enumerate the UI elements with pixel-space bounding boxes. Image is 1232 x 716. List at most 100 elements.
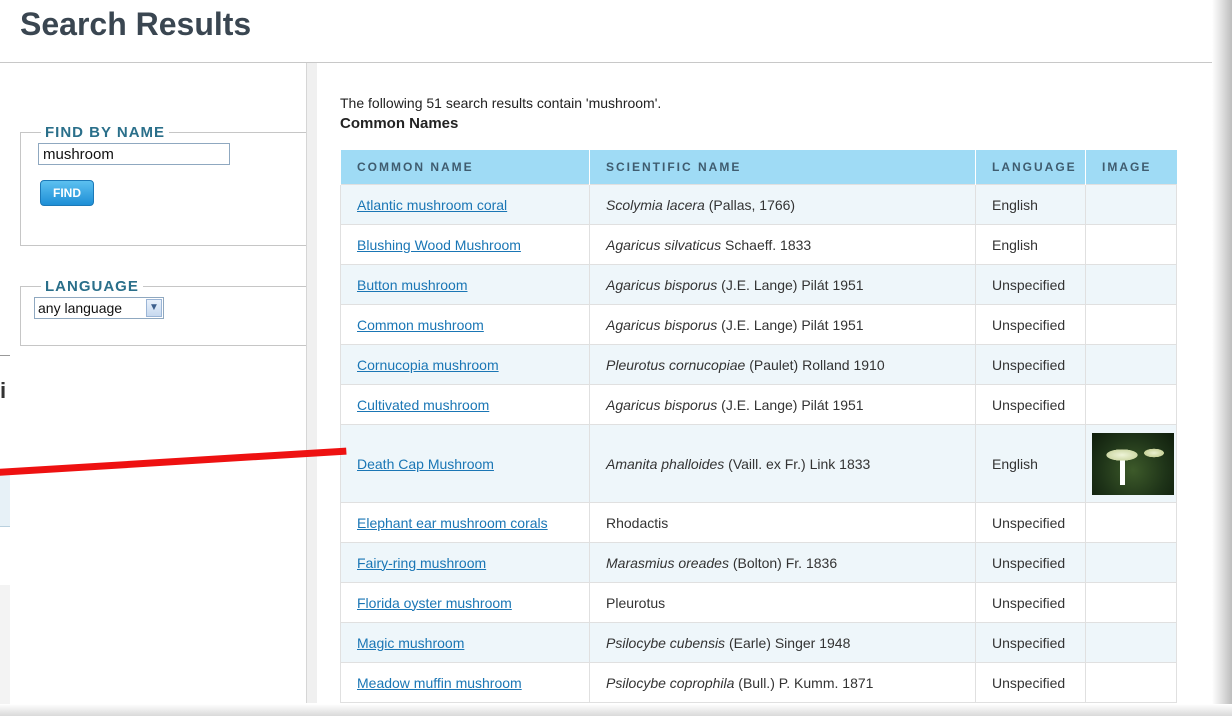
sidebar-divider [306, 63, 317, 703]
results-summary: The following 51 search results contain … [340, 95, 662, 111]
scientific-name-authority: Rhodactis [606, 514, 669, 531]
column-header-image: IMAGE [1085, 150, 1177, 185]
chevron-down-icon[interactable]: ▼ [146, 299, 162, 317]
results-table: COMMON NAME SCIENTIFIC NAME LANGUAGE IMA… [340, 150, 1177, 703]
image-cell [1085, 502, 1177, 543]
table-row: Atlantic mushroom coral Scolymia lacera (… [340, 184, 1177, 225]
scientific-name-italic: Agaricus silvaticus [606, 236, 722, 253]
scientific-name-cell: Agaricus bisporus (J.E. Lange) Pilát 195… [589, 264, 976, 305]
section-title: Common Names [340, 115, 459, 132]
table-row: Florida oyster mushroom Pleurotus Unspecif… [340, 582, 1177, 623]
image-cell [1085, 344, 1177, 385]
scientific-name-authority: (Pallas, 1766) [704, 196, 796, 213]
table-header-row: COMMON NAME SCIENTIFIC NAME LANGUAGE IMA… [340, 150, 1177, 185]
scientific-name-italic: Marasmius oreades [606, 554, 729, 571]
common-name-cell: Cultivated mushroom [340, 384, 590, 425]
common-name-cell: Meadow muffin mushroom [340, 662, 590, 703]
search-input[interactable] [38, 143, 230, 165]
results-content: The following 51 search results contain … [340, 94, 1180, 703]
common-name-link[interactable]: Button mushroom [357, 277, 468, 293]
scientific-name-cell: Marasmius oreades (Bolton) Fr. 1836 [589, 542, 976, 583]
scientific-name-authority: (J.E. Lange) Pilát 1951 [717, 396, 864, 413]
language-cell: English [975, 224, 1086, 265]
scientific-name-authority: (J.E. Lange) Pilát 1951 [717, 276, 864, 293]
table-row: Meadow muffin mushroom Psilocybe coprophi… [340, 662, 1177, 703]
table-row: Magic mushroom Psilocybe cubensis (Earle)… [340, 622, 1177, 663]
common-name-link[interactable]: Cornucopia mushroom [357, 357, 499, 373]
scientific-name-cell: Pleurotus [589, 582, 976, 623]
language-legend: LANGUAGE [45, 278, 139, 295]
common-name-cell: Elephant ear mushroom corals [340, 502, 590, 543]
scientific-name-italic: Psilocybe coprophila [606, 674, 735, 691]
scientific-name-italic: Amanita phalloides [606, 455, 725, 472]
image-cell [1085, 304, 1177, 345]
image-cell [1085, 542, 1177, 583]
find-button[interactable]: FIND [40, 180, 94, 206]
scientific-name-cell: Psilocybe coprophila (Bull.) P. Kumm. 18… [589, 662, 976, 703]
language-cell: Unspecified [975, 264, 1086, 305]
language-box: LANGUAGE any language ▼ [20, 278, 310, 346]
language-cell: Unspecified [975, 304, 1086, 345]
language-cell: Unspecified [975, 582, 1086, 623]
table-row: Death Cap Mushroom Amanita phalloides (Va… [340, 424, 1177, 503]
image-cell [1085, 384, 1177, 425]
common-name-cell: Death Cap Mushroom [340, 424, 590, 503]
scientific-name-italic: Agaricus bisporus [606, 396, 718, 413]
column-header-common-name[interactable]: COMMON NAME [340, 150, 590, 185]
scientific-name-italic: Agaricus bisporus [606, 316, 718, 333]
language-cell: Unspecified [975, 662, 1086, 703]
common-name-link[interactable]: Cultivated mushroom [357, 397, 489, 413]
scientific-name-authority: Pleurotus [606, 594, 666, 611]
common-name-link[interactable]: Fairy-ring mushroom [357, 555, 486, 571]
table-row: Elephant ear mushroom corals Rhodactis Uns… [340, 502, 1177, 543]
find-by-name-legend: FIND BY NAME [45, 124, 166, 141]
scientific-name-cell: Psilocybe cubensis (Earle) Singer 1948 [589, 622, 976, 663]
column-header-language[interactable]: LANGUAGE [975, 150, 1086, 185]
common-name-cell: Cornucopia mushroom [340, 344, 590, 385]
table-row: Blushing Wood Mushroom Agaricus silvaticu… [340, 224, 1177, 265]
common-name-cell: Magic mushroom [340, 622, 590, 663]
background-window-text: i [0, 378, 7, 403]
common-name-cell: Florida oyster mushroom [340, 582, 590, 623]
language-cell: English [975, 184, 1086, 225]
scientific-name-cell: Pleurotus cornucopiae (Paulet) Rolland 1… [589, 344, 976, 385]
language-select-value: any language [38, 300, 123, 316]
language-cell: Unspecified [975, 344, 1086, 385]
background-window-panel-lower [0, 585, 10, 705]
language-cell: English [975, 424, 1086, 503]
common-name-link[interactable]: Blushing Wood Mushroom [357, 237, 521, 253]
scientific-name-authority: (Paulet) Rolland 1910 [745, 356, 885, 373]
scientific-name-cell: Agaricus silvaticus Schaeff. 1833 [589, 224, 976, 265]
scientific-name-authority: (Earle) Singer 1948 [725, 634, 851, 651]
common-name-link[interactable]: Elephant ear mushroom corals [357, 515, 548, 531]
image-cell [1085, 662, 1177, 703]
common-name-link[interactable]: Common mushroom [357, 317, 484, 333]
torn-edge-bottom [0, 704, 1232, 716]
image-cell [1085, 264, 1177, 305]
common-name-cell: Button mushroom [340, 264, 590, 305]
column-header-scientific-name[interactable]: SCIENTIFIC NAME [589, 150, 976, 185]
table-row: Common mushroom Agaricus bisporus (J.E. L… [340, 304, 1177, 345]
scientific-name-italic: Scolymia lacera [606, 196, 705, 213]
torn-edge-right [1212, 0, 1232, 716]
common-name-link[interactable]: Magic mushroom [357, 635, 464, 651]
scientific-name-authority: (Vaill. ex Fr.) Link 1833 [724, 455, 871, 472]
image-cell [1085, 224, 1177, 265]
common-name-link[interactable]: Atlantic mushroom coral [357, 197, 507, 213]
language-cell: Unspecified [975, 542, 1086, 583]
image-cell [1085, 184, 1177, 225]
results-body: Atlantic mushroom coral Scolymia lacera (… [340, 184, 1177, 703]
scientific-name-cell: Agaricus bisporus (J.E. Lange) Pilát 195… [589, 304, 976, 345]
common-name-link[interactable]: Death Cap Mushroom [357, 456, 494, 472]
scientific-name-cell: Rhodactis [589, 502, 976, 543]
language-select[interactable]: any language ▼ [34, 297, 164, 319]
common-name-cell: Blushing Wood Mushroom [340, 224, 590, 265]
death-cap-thumbnail[interactable] [1092, 432, 1174, 495]
find-by-name-box: FIND BY NAME FIND [20, 124, 310, 246]
common-name-link[interactable]: Meadow muffin mushroom [357, 675, 522, 691]
scientific-name-cell: Amanita phalloides (Vaill. ex Fr.) Link … [589, 424, 976, 503]
language-cell: Unspecified [975, 384, 1086, 425]
page-title: Search Results [20, 6, 252, 42]
common-name-link[interactable]: Florida oyster mushroom [357, 595, 512, 611]
table-row: Button mushroom Agaricus bisporus (J.E. L… [340, 264, 1177, 305]
